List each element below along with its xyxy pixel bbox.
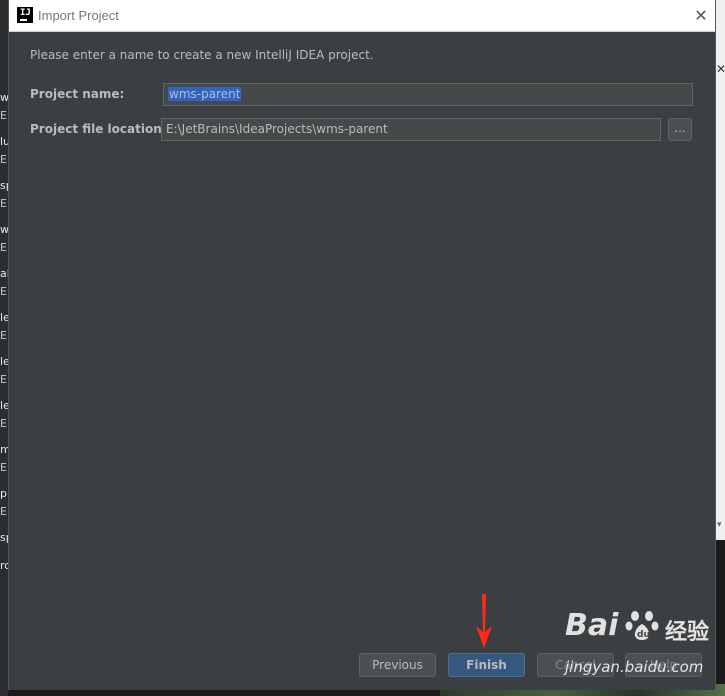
bg-fragment: E:: [0, 417, 8, 430]
finish-button[interactable]: Finish: [448, 653, 525, 677]
watermark-chinese: 经验: [665, 620, 710, 645]
bg-fragment: E:: [0, 241, 8, 254]
bg-fragment: w: [0, 223, 8, 236]
bg-fragment: lu: [0, 135, 8, 148]
bg-close-icon: ✕: [716, 62, 725, 76]
intellij-idea-icon: IJ: [17, 7, 33, 23]
project-location-value: E:\JetBrains\IdeaProjects\wms-parent: [166, 122, 388, 136]
project-name-input[interactable]: wms-parent: [163, 83, 693, 106]
bg-fragment: al: [0, 267, 8, 280]
bg-fragment: le: [0, 311, 8, 324]
screen: w E: lu E: sp E: w E: al E: le E: le E: …: [0, 0, 725, 696]
bg-fragment: ro: [0, 559, 8, 572]
bg-fragment: E:: [0, 197, 8, 210]
background-window-right: ✕ ▾: [716, 0, 725, 696]
bg-fragment: E:: [0, 505, 8, 518]
intro-text: Please enter a name to create a new Inte…: [30, 48, 374, 62]
bg-fragment: le: [0, 355, 8, 368]
svg-text:du: du: [637, 630, 650, 640]
bg-fragment: w: [0, 91, 8, 104]
project-location-input[interactable]: E:\JetBrains\IdeaProjects\wms-parent: [161, 118, 661, 141]
project-name-label: Project name:: [30, 87, 125, 101]
dialog-title: Import Project: [38, 8, 119, 23]
import-project-dialog: IJ Import Project ✕ Please enter a name …: [8, 0, 716, 690]
baidu-watermark: Bai du 经验 jingyan.baidu.com: [565, 606, 725, 686]
red-arrow-down-icon: [476, 594, 492, 648]
project-location-label: Project file location:: [30, 122, 167, 136]
bg-fragment: m: [0, 443, 8, 456]
bg-fragment: p: [0, 487, 7, 500]
bg-fragment: E:: [0, 285, 8, 298]
watermark-url: jingyan.baidu.com: [565, 658, 704, 676]
close-icon[interactable]: ✕: [689, 4, 713, 28]
bg-fragment: E:: [0, 461, 8, 474]
previous-button[interactable]: Previous: [359, 653, 436, 677]
background-window-left: w E: lu E: sp E: w E: al E: le E: le E: …: [0, 0, 8, 696]
bg-fragment: E:: [0, 109, 8, 122]
bg-fragment: sp: [0, 179, 8, 192]
bg-fragment: E:: [0, 329, 8, 342]
browse-button[interactable]: ...: [668, 118, 692, 141]
bg-scroll-arrow-icon: ▾: [717, 520, 722, 530]
bg-fragment: E:: [0, 373, 8, 386]
baidu-paw-icon: du: [625, 611, 659, 640]
bg-fragment: le: [0, 399, 8, 412]
title-bar[interactable]: IJ Import Project ✕: [9, 0, 715, 32]
bg-fragment: E:: [0, 153, 8, 166]
watermark-brand: Bai: [565, 608, 619, 643]
project-name-value: wms-parent: [168, 87, 242, 101]
bg-fragment: sp: [0, 531, 8, 544]
